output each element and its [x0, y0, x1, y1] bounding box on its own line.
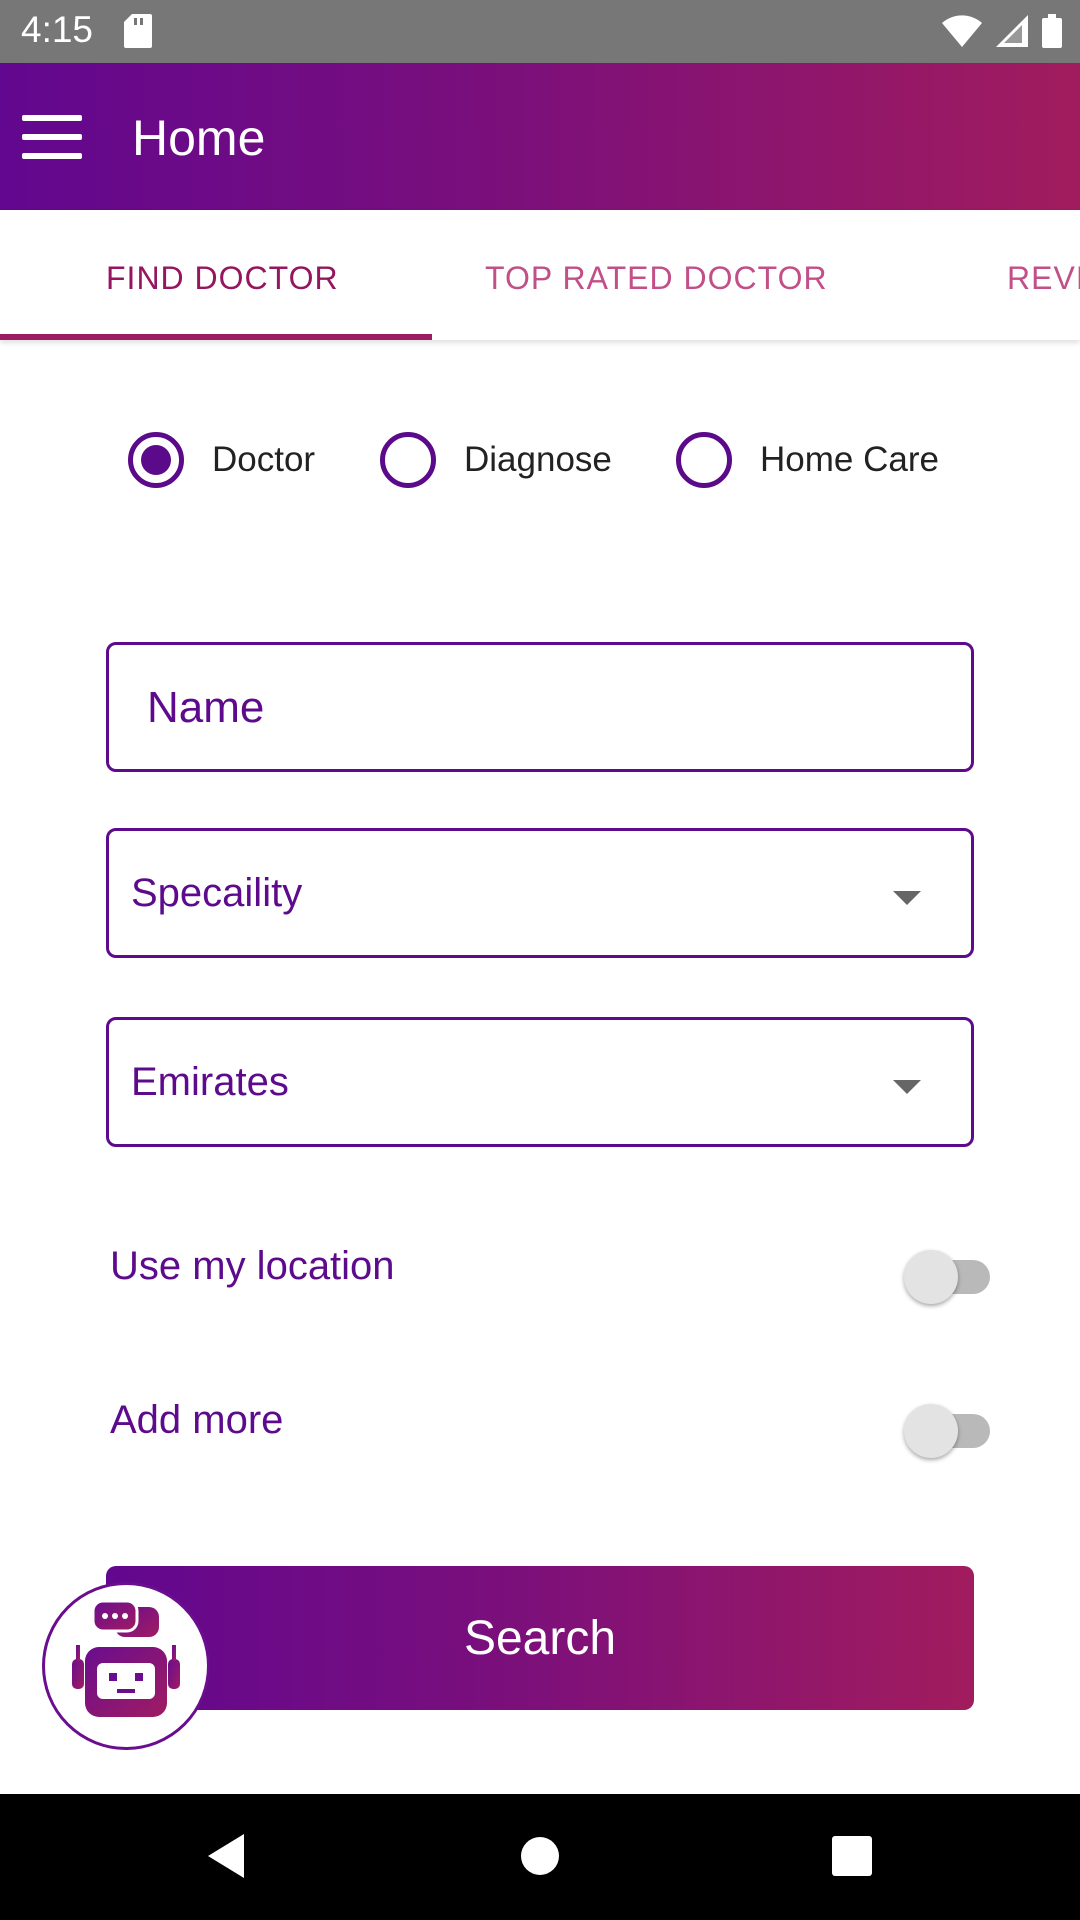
radio-doctor[interactable]: Doctor: [128, 432, 315, 488]
add-more-label: Add more: [110, 1398, 284, 1442]
status-bar: 4:15: [0, 0, 1080, 63]
system-nav-bar: [0, 1794, 1080, 1920]
name-field-container: [106, 642, 974, 772]
dropdown-arrow-icon: [893, 1080, 921, 1094]
chatbot-robot-icon: [72, 1599, 180, 1717]
search-type-radio-group: Doctor Diagnose Home Care: [0, 432, 1080, 496]
emirates-select[interactable]: Emirates: [106, 1017, 974, 1147]
speciality-select-value: Specaility: [131, 871, 303, 915]
add-more-switch[interactable]: [904, 1404, 990, 1458]
wifi-icon: [942, 15, 982, 52]
emirates-select-value: Emirates: [131, 1060, 289, 1104]
radio-diagnose[interactable]: Diagnose: [380, 432, 612, 488]
tab-reviews[interactable]: REVI: [1007, 260, 1080, 297]
add-more-row: Add more: [110, 1390, 990, 1460]
search-button[interactable]: Search: [106, 1566, 974, 1710]
sd-card-icon: [124, 14, 152, 53]
radio-home-care[interactable]: Home Care: [676, 432, 939, 488]
hamburger-menu-icon[interactable]: [22, 115, 82, 159]
app-bar: Home: [0, 63, 1080, 210]
tab-top-rated-doctor[interactable]: TOP RATED DOCTOR: [485, 260, 828, 297]
home-circle-icon[interactable]: [518, 1832, 562, 1885]
tab-find-doctor[interactable]: FIND DOCTOR: [106, 260, 339, 297]
use-location-label: Use my location: [110, 1244, 395, 1288]
active-tab-indicator: [0, 334, 432, 340]
name-input[interactable]: [145, 645, 909, 771]
radio-unselected-icon: [676, 432, 732, 488]
cell-signal-icon: [996, 15, 1028, 52]
recents-square-icon[interactable]: [830, 1832, 874, 1885]
radio-selected-icon: [128, 432, 184, 488]
back-triangle-icon[interactable]: [204, 1832, 248, 1885]
radio-home-care-label: Home Care: [760, 440, 939, 479]
tab-bar: FIND DOCTOR TOP RATED DOCTOR REVI: [0, 210, 1080, 340]
page-title: Home: [132, 110, 266, 166]
use-location-row: Use my location: [110, 1236, 990, 1306]
radio-diagnose-label: Diagnose: [464, 440, 612, 479]
battery-icon: [1042, 14, 1062, 53]
chatbot-button[interactable]: [42, 1582, 210, 1750]
use-location-switch[interactable]: [904, 1250, 990, 1304]
speciality-select[interactable]: Specaility: [106, 828, 974, 958]
dropdown-arrow-icon: [893, 891, 921, 905]
status-time: 4:15: [21, 9, 94, 50]
radio-unselected-icon: [380, 432, 436, 488]
radio-doctor-label: Doctor: [212, 440, 316, 479]
